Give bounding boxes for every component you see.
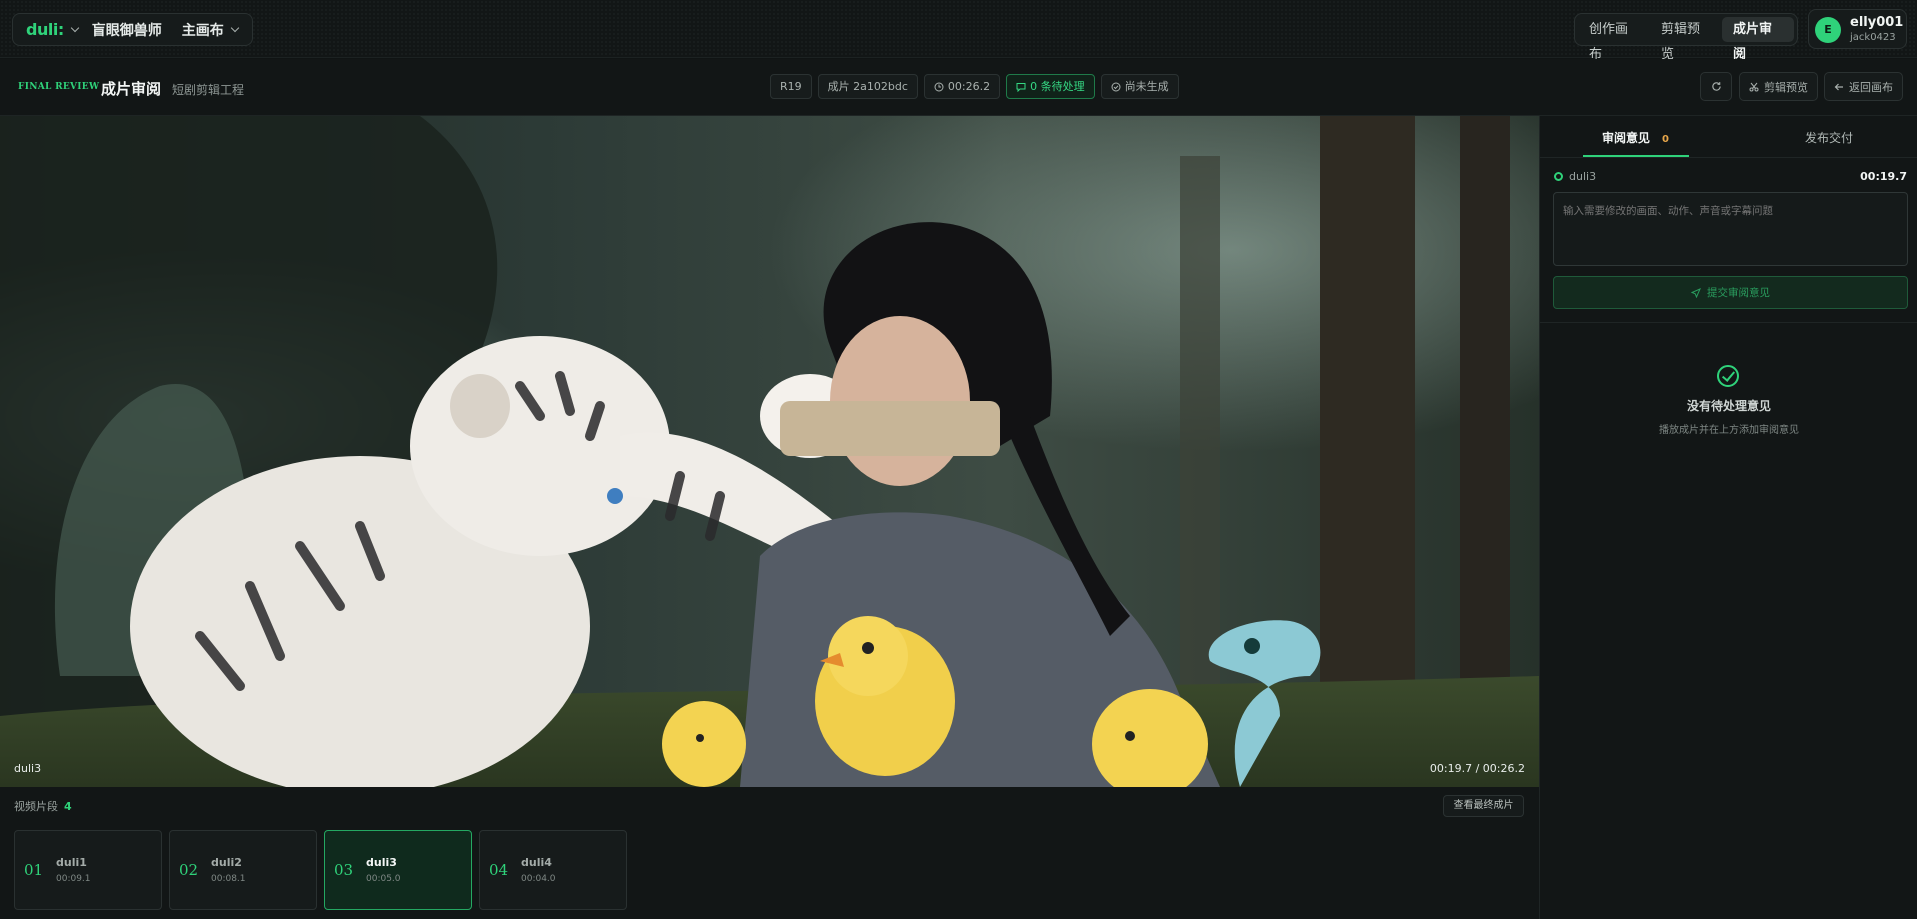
review-timestamp: 00:19.7 — [1860, 170, 1907, 183]
clip-duration: 00:09.1 — [56, 874, 91, 884]
empty-state-subtitle: 播放成片并在上方添加审阅意见 — [1659, 425, 1799, 436]
top-bar: duli: 盲眼御兽师 主画布 创作画布 剪辑预览 成片审阅 E elly001… — [0, 0, 1917, 62]
active-tab-indicator — [1583, 155, 1689, 157]
clips-header: 视频片段 4 — [14, 798, 72, 814]
project-name[interactable]: 盲眼御兽师 — [92, 20, 162, 40]
round-text: R19 — [780, 80, 802, 93]
cut-id-badge: 成片 2a102bdc — [817, 74, 918, 99]
canvas-menu-label: 主画布 — [181, 22, 224, 39]
view-final-cut-button[interactable]: 查看最终成片 — [1443, 795, 1524, 817]
clip-number: 03 — [334, 861, 354, 879]
pending-text: 0 条待处理 — [1030, 80, 1085, 93]
edit-preview-label: 剪辑预览 — [1764, 80, 1808, 94]
duration-badge: 00:26.2 — [923, 74, 1001, 99]
status-chips: R19 成片 2a102bdc 00:26.2 0 条待处理 尚未生成 — [770, 74, 1179, 99]
video-clip-label: duli3 — [14, 762, 42, 775]
submit-review-label: 提交审阅意见 — [1707, 287, 1770, 299]
clip-name: duli1 — [56, 856, 87, 869]
clip-card[interactable]: 04 duli4 00:04.0 — [479, 830, 627, 910]
clip-name: duli4 — [521, 856, 552, 869]
video-frame — [0, 116, 1539, 787]
user-menu[interactable]: E elly001 jack0423 — [1808, 9, 1907, 49]
chevron-down-icon — [230, 23, 239, 33]
chevron-down-icon — [70, 23, 79, 33]
divider — [1540, 322, 1917, 323]
cut-id-text: 成片 2a102bdc — [827, 80, 908, 93]
scissors-icon — [1749, 82, 1759, 91]
tab-edit-preview[interactable]: 剪辑预览 — [1650, 17, 1722, 62]
canvas-menu[interactable]: 主画布 — [181, 20, 239, 40]
clips-count: 4 — [64, 800, 72, 813]
clip-number: 01 — [24, 861, 44, 879]
app-logo[interactable]: duli: — [26, 20, 64, 39]
send-icon — [1691, 287, 1701, 298]
tab-review-label: 审阅意见 — [1602, 131, 1651, 145]
avatar: E — [1815, 17, 1841, 43]
back-to-canvas-label: 返回画布 — [1849, 80, 1893, 94]
generation-status-badge: 尚未生成 — [1100, 74, 1179, 99]
check-circle-icon — [1111, 82, 1121, 91]
refresh-button[interactable] — [1700, 72, 1732, 101]
review-panel: 审阅意见0 发布交付 duli3 00:19.7 提交审阅意见 没有待处理意见 … — [1539, 116, 1917, 919]
refresh-icon — [1711, 82, 1721, 91]
review-clip-label: duli3 — [1554, 170, 1596, 183]
view-tabs: 创作画布 剪辑预览 成片审阅 — [1574, 13, 1798, 62]
review-header: FINAL REVIEW 成片审阅 短剧剪辑工程 R19 成片 2a102bdc… — [0, 59, 1917, 116]
video-player[interactable]: duli3 00:19.7 / 00:26.2 — [0, 116, 1539, 787]
clip-name: duli2 — [211, 856, 242, 869]
review-count-badge: 0 — [1662, 134, 1669, 145]
clip-card-active[interactable]: 03 duli3 00:05.0 — [324, 830, 472, 910]
tab-publish[interactable]: 发布交付 — [1805, 129, 1853, 146]
duration-text: 00:26.2 — [947, 80, 991, 93]
review-clip-name: duli3 — [1569, 170, 1597, 183]
comment-icon — [1016, 82, 1026, 92]
submit-review-button[interactable]: 提交审阅意见 — [1553, 276, 1908, 309]
clip-duration: 00:05.0 — [366, 874, 401, 884]
clip-name: duli3 — [366, 856, 397, 869]
clip-number: 02 — [179, 861, 199, 879]
empty-state-title: 没有待处理意见 — [1686, 399, 1771, 413]
user-id: jack0423 — [1850, 32, 1896, 43]
round-badge: R19 — [770, 74, 812, 99]
project-switcher[interactable]: duli: 盲眼御兽师 主画布 — [12, 13, 253, 46]
arrow-left-icon — [1834, 83, 1843, 90]
clip-duration: 00:04.0 — [521, 874, 556, 884]
edit-preview-button[interactable]: 剪辑预览 — [1739, 72, 1818, 101]
panel-tabs: 审阅意见 0 发布交付 — [1540, 116, 1917, 158]
check-circle-icon — [1717, 365, 1739, 387]
target-icon — [1554, 172, 1563, 181]
clips-header-label: 视频片段 — [14, 800, 58, 813]
user-name: elly001 — [1850, 15, 1904, 30]
eyebrow-label: FINAL REVIEW — [18, 82, 100, 92]
pending-badge: 0 条待处理 — [1006, 74, 1095, 99]
clip-number: 04 — [489, 861, 509, 879]
clip-strip: 视频片段 4 查看最终成片 01 duli1 00:09.1 02 duli2 0… — [0, 787, 1539, 919]
clip-duration: 00:08.1 — [211, 874, 246, 884]
back-to-canvas-button[interactable]: 返回画布 — [1824, 72, 1903, 101]
page-title: 成片审阅 — [101, 80, 162, 98]
clock-icon — [934, 82, 944, 91]
page-subtitle: 短剧剪辑工程 — [172, 83, 245, 97]
review-comment-input[interactable] — [1553, 192, 1908, 266]
tab-final-review[interactable]: 成片审阅 — [1722, 17, 1794, 62]
clip-card[interactable]: 01 duli1 00:09.1 — [14, 830, 162, 910]
tab-review-comments[interactable]: 审阅意见 0 — [1602, 129, 1669, 146]
video-timecode: 00:19.7 / 00:26.2 — [1429, 762, 1525, 775]
generation-status-text: 尚未生成 — [1124, 80, 1169, 93]
tab-creation-canvas[interactable]: 创作画布 — [1578, 17, 1650, 62]
clip-card[interactable]: 02 duli2 00:08.1 — [169, 830, 317, 910]
